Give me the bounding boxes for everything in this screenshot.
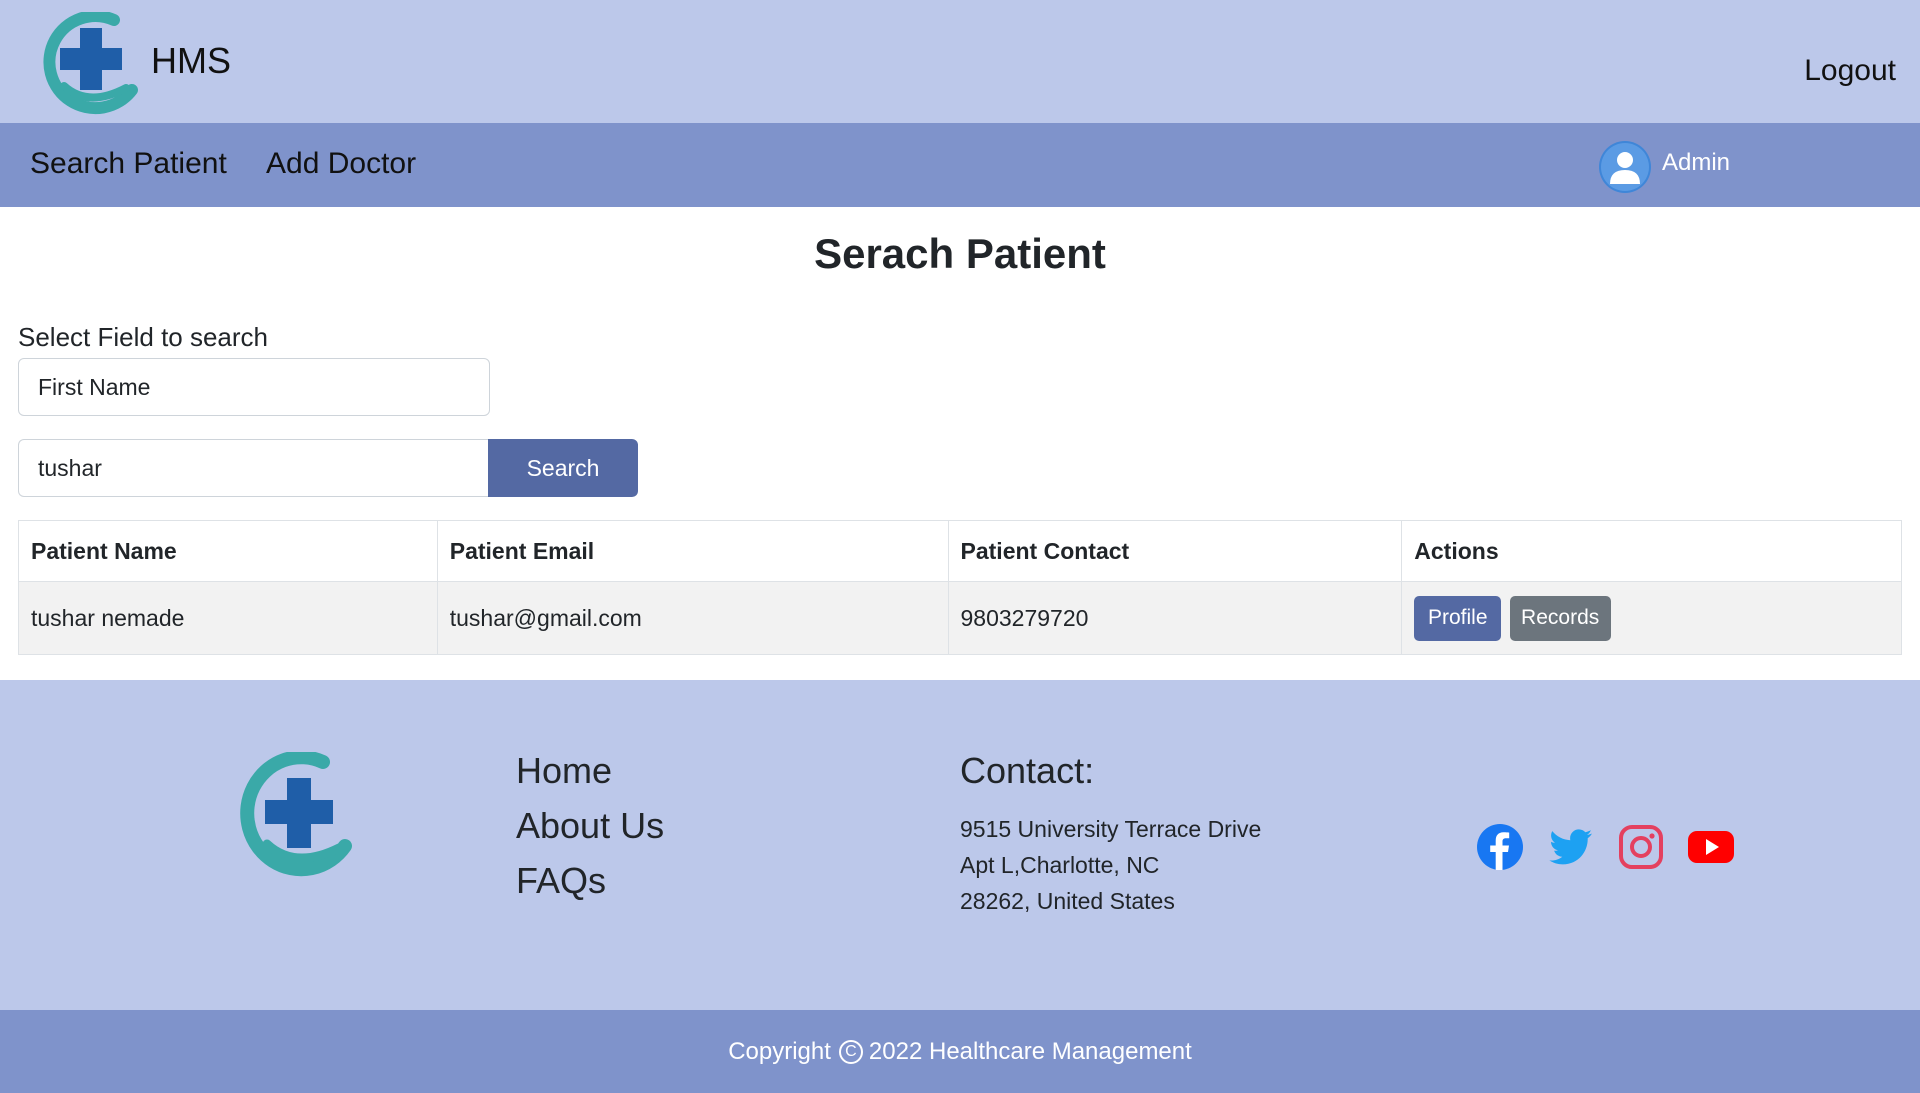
nav-add-doctor[interactable]: Add Doctor (266, 147, 416, 181)
page-title: Serach Patient (814, 230, 1106, 277)
instagram-icon[interactable] (1616, 822, 1666, 872)
footer: Home About Us FAQs Contact: 9515 Univers… (0, 680, 1920, 1010)
header-patient-name: Patient Name (18, 520, 438, 582)
copyright-icon: C (838, 1040, 863, 1064)
select-field-label: Select Field to search (18, 322, 269, 352)
footer-link-home[interactable]: Home (516, 750, 664, 805)
header-actions: Actions (1401, 520, 1902, 582)
logout-link[interactable]: Logout (1804, 54, 1896, 88)
copyright-prefix: Copyright (728, 1038, 831, 1065)
admin-user-menu[interactable]: Admin (1598, 139, 1730, 195)
contact-heading: Contact: (960, 750, 1095, 791)
address-line: 9515 University Terrace Drive (960, 816, 1262, 842)
address-line: Apt L,Charlotte, NC (960, 852, 1160, 878)
youtube-icon[interactable] (1686, 822, 1736, 872)
cell-patient-email: tushar@gmail.com (436, 581, 949, 655)
search-field-select[interactable]: First Name (18, 358, 490, 416)
cell-patient-name: tushar nemade (18, 581, 438, 655)
top-header: HMS Logout (0, 0, 1920, 123)
search-input[interactable] (18, 439, 489, 497)
patient-results-table: Patient Name Patient Email Patient Conta… (18, 520, 1902, 655)
table-row: tushar nemade tushar@gmail.com 980327972… (18, 581, 1902, 655)
hospital-logo-icon (43, 12, 138, 115)
brand-name: HMS (151, 40, 231, 81)
header-patient-email: Patient Email (436, 520, 949, 582)
header-patient-contact: Patient Contact (947, 520, 1403, 582)
contact-address: 9515 University Terrace Drive Apt L,Char… (960, 811, 1261, 919)
profile-button[interactable]: Profile (1414, 595, 1502, 641)
footer-links: Home About Us FAQs (516, 750, 664, 915)
search-button[interactable]: Search (488, 439, 638, 497)
cell-actions: Profile Records (1401, 581, 1902, 655)
records-button[interactable]: Records (1509, 595, 1611, 641)
footer-link-about[interactable]: About Us (516, 805, 664, 860)
nav-search-patient[interactable]: Search Patient (30, 147, 227, 181)
twitter-icon[interactable] (1546, 822, 1596, 872)
copyright-bar: Copyright C 2022 Healthcare Management (0, 1010, 1920, 1093)
main-navbar: Search Patient Add Doctor Admin (0, 123, 1920, 207)
cell-patient-contact: 9803279720 (947, 581, 1403, 655)
table-header-row: Patient Name Patient Email Patient Conta… (18, 520, 1902, 582)
facebook-icon[interactable] (1475, 822, 1525, 872)
copyright-text: 2022 Healthcare Management (868, 1038, 1192, 1065)
footer-link-faqs[interactable]: FAQs (516, 860, 664, 915)
user-avatar-icon (1599, 141, 1651, 193)
address-line: 28262, United States (960, 888, 1175, 914)
admin-label: Admin (1662, 149, 1731, 176)
hospital-logo-icon (240, 752, 352, 877)
